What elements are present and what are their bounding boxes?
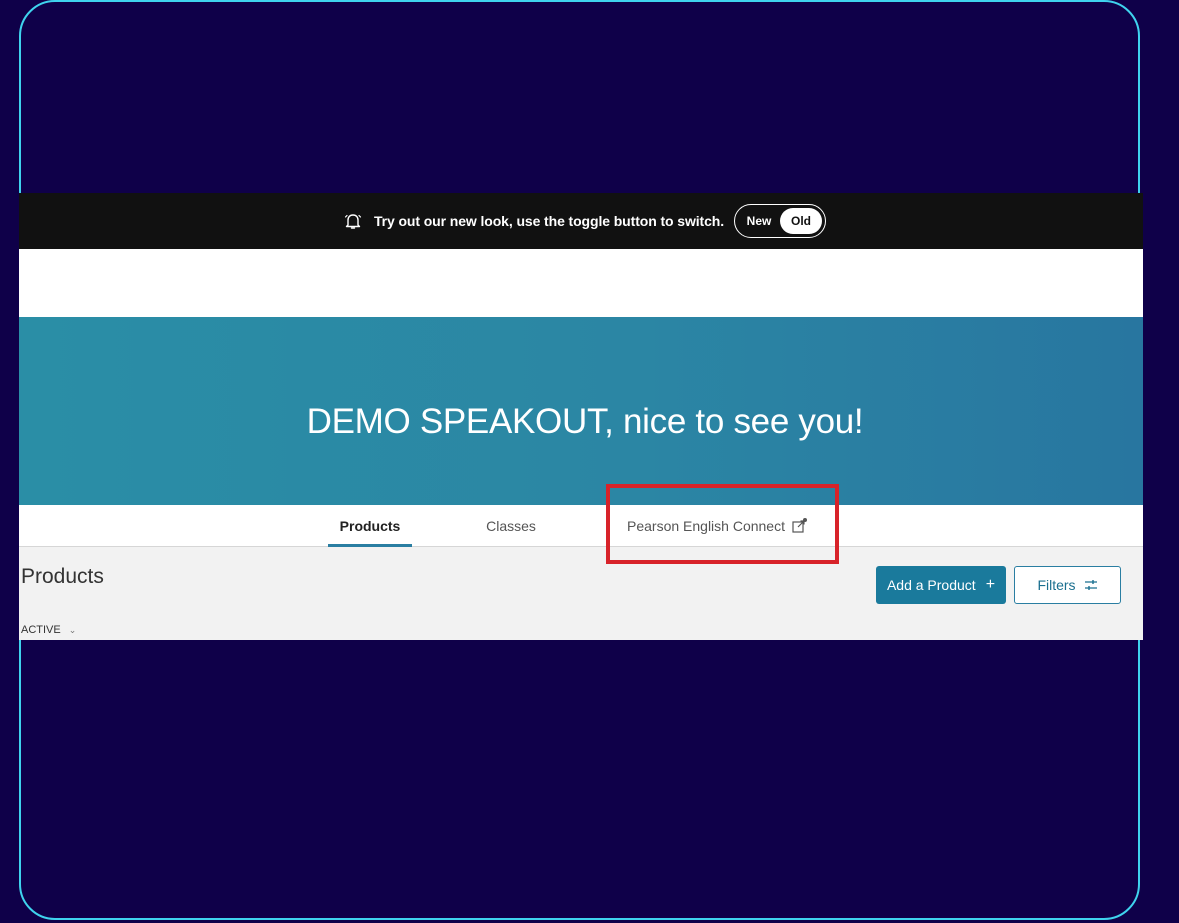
- tab-products[interactable]: Products: [328, 505, 412, 547]
- header-bar: [19, 249, 1143, 317]
- filters-button[interactable]: Filters: [1014, 566, 1121, 604]
- toggle-new-option[interactable]: New: [738, 214, 780, 228]
- page-title: Products: [21, 565, 104, 588]
- look-toggle[interactable]: New Old: [734, 204, 827, 238]
- chevron-down-icon: ⌄: [68, 625, 77, 635]
- highlight-box: [606, 484, 839, 564]
- tab-classes[interactable]: Classes: [474, 505, 548, 547]
- plus-icon: +: [985, 576, 996, 593]
- status-filter-dropdown[interactable]: ACTIVE ⌄: [21, 624, 76, 636]
- main-tabs: Products Classes Pearson English Connect: [19, 505, 1143, 547]
- sliders-icon: [1084, 580, 1097, 590]
- toggle-old-option[interactable]: Old: [780, 208, 823, 234]
- hero-section: DEMO SPEAKOUT, nice to see you!: [19, 317, 1143, 505]
- status-filter-label: ACTIVE: [21, 624, 61, 636]
- add-product-button[interactable]: Add a Product +: [876, 566, 1006, 604]
- add-product-label: Add a Product: [886, 577, 976, 593]
- new-look-banner: Try out our new look, use the toggle but…: [19, 193, 1143, 249]
- tab-products-label: Products: [339, 518, 401, 534]
- tab-classes-label: Classes: [486, 518, 536, 534]
- filters-label: Filters: [1037, 577, 1076, 593]
- app-screenshot: Try out our new look, use the toggle but…: [19, 193, 1143, 640]
- bell-icon: [344, 214, 362, 229]
- banner-message: Try out our new look, use the toggle but…: [373, 213, 725, 229]
- welcome-heading: DEMO SPEAKOUT, nice to see you!: [306, 402, 864, 441]
